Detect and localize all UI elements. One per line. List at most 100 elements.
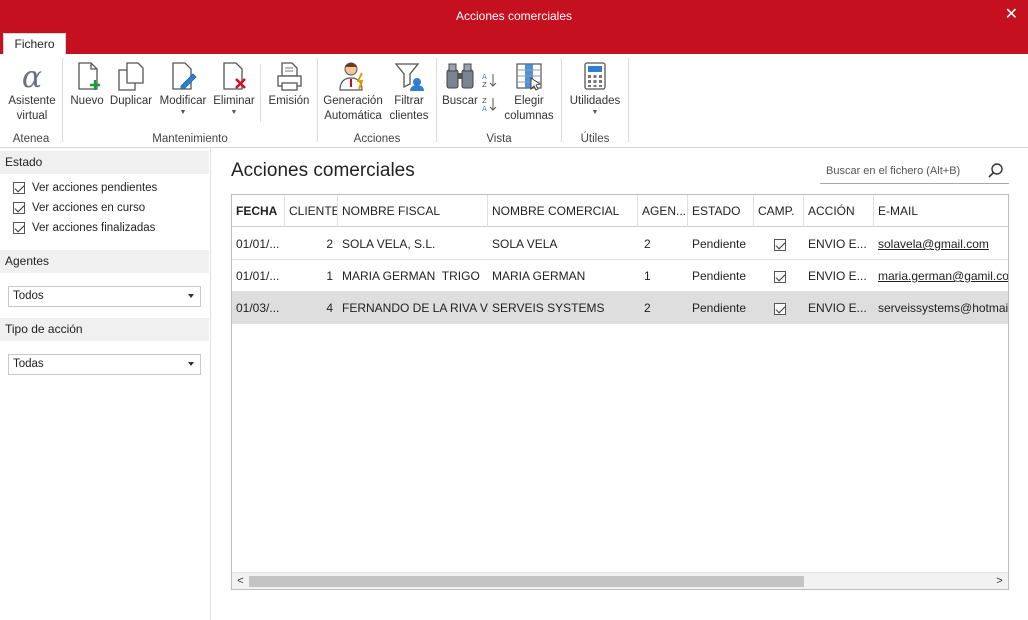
email-link[interactable]: maria.german@gamil.co (878, 269, 1008, 283)
cell-fecha: 01/03/... (236, 301, 280, 315)
col-estado[interactable]: ESTADO (688, 195, 754, 227)
checkbox-pendientes[interactable]: Ver acciones pendientes (13, 182, 157, 194)
eliminar-label: Eliminar (213, 95, 255, 107)
col-email[interactable]: E-MAIL (874, 195, 1008, 227)
cell-nombre-comercial: MARIA GERMAN (492, 269, 586, 283)
generacion-automatica-button[interactable]: Generación Automática (322, 60, 384, 124)
emision-label: Emisión (268, 95, 310, 107)
checkbox-checked-icon[interactable] (774, 270, 786, 283)
group-label-atenea: Atenea (12, 133, 50, 145)
tab-fichero[interactable]: Fichero (3, 33, 66, 54)
asistente-label-2: virtual (16, 110, 48, 122)
checkbox-pendientes-label: Ver acciones pendientes (32, 182, 158, 194)
cell-nombre-comercial: SERVEIS SYSTEMS (492, 301, 605, 315)
col-nombre-comercial[interactable]: NOMBRE COMERCIAL (488, 195, 638, 227)
funnel-icon (394, 63, 424, 91)
cell-fecha: 01/01/... (236, 269, 280, 283)
checkbox-finalizadas[interactable]: Ver acciones finalizadas (13, 222, 155, 234)
cell-fecha: 01/01/... (236, 237, 280, 251)
checkbox-en-curso[interactable]: Ver acciones en curso (13, 202, 145, 214)
asistente-virtual-button[interactable]: α Asistente virtual (6, 60, 58, 124)
close-icon[interactable]: ✕ (1005, 4, 1018, 24)
section-tipo-accion: Tipo de acción (0, 318, 209, 341)
scroll-right-icon[interactable]: > (991, 573, 1008, 589)
duplicar-button[interactable]: Duplicar (107, 60, 155, 109)
scroll-left-icon[interactable]: < (232, 573, 249, 589)
table-row-selected[interactable]: 01/03/... 4 FERNANDO DE LA RIVA V... SER… (232, 292, 1008, 324)
cell-accion: ENVIO E... (808, 301, 867, 315)
table-row[interactable]: 01/01/... 1 MARIA GERMAN TRIGO MARIA GER… (232, 260, 1008, 292)
cell-nombre-comercial: SOLA VELA (492, 237, 558, 251)
checkbox-checked-icon[interactable] (774, 238, 786, 251)
group-atenea: α Asistente virtual Atenea (0, 54, 62, 148)
filtrar-clientes-button[interactable]: Filtrar clientes (386, 60, 432, 124)
cell-nombre-fiscal: FERNANDO DE LA RIVA V... (342, 301, 488, 315)
section-agentes: Agentes (0, 250, 209, 273)
checkbox-checked-icon[interactable] (13, 202, 25, 214)
cell-email[interactable]: serveissystems@hotmail. (874, 292, 1008, 324)
sort-za-icon[interactable]: ZA (482, 96, 498, 112)
cell-nombre-fiscal: MARIA GERMAN TRIGO (342, 269, 480, 283)
sort-az-icon[interactable]: AZ (482, 72, 498, 88)
elegir-label-1: Elegir (514, 95, 544, 107)
group-utiles: Utilidades ▼ Útiles (562, 54, 628, 148)
table-row[interactable]: 01/01/... 2 SOLA VELA, S.L. SOLA VELA 2 … (232, 228, 1008, 260)
nuevo-button[interactable]: Nuevo (67, 60, 107, 109)
emision-button[interactable]: Emisión (265, 60, 313, 109)
group-vista: Buscar AZ ZA Elegir columnas Vista (437, 54, 561, 148)
ribbon-tab-strip: Fichero (0, 31, 1028, 54)
search-placeholder: Buscar en el fichero (Alt+B) (826, 165, 961, 177)
search-icon[interactable] (987, 162, 1005, 180)
col-cliente[interactable]: CLIENTE (285, 195, 338, 227)
cell-cliente: 4 (326, 301, 333, 315)
utilidades-caret-icon: ▼ (591, 109, 599, 116)
cell-email[interactable]: solavela@gmail.com (874, 228, 1008, 260)
ribbon-separator (260, 64, 261, 122)
dropdown-arrow-icon[interactable] (188, 294, 194, 298)
agentes-select[interactable]: Todos (8, 286, 201, 307)
filter-pane: Estado Ver acciones pendientes Ver accio… (0, 149, 211, 620)
cell-estado: Pendiente (692, 237, 747, 251)
col-fecha[interactable]: FECHA (232, 195, 285, 227)
modificar-caret-icon: ▼ (179, 109, 187, 116)
table-header: FECHA CLIENTE NOMBRE FISCAL NOMBRE COMER… (232, 195, 1008, 227)
checkbox-checked-icon[interactable] (774, 302, 786, 315)
print-icon (277, 62, 302, 91)
tipo-accion-select[interactable]: Todas (8, 354, 201, 375)
cell-estado: Pendiente (692, 301, 747, 315)
col-nombre-fiscal[interactable]: NOMBRE FISCAL (338, 195, 488, 227)
cell-nombre-fiscal: SOLA VELA, S.L. (342, 237, 436, 251)
svg-text:Z: Z (482, 81, 487, 88)
search-input[interactable]: Buscar en el fichero (Alt+B) (820, 158, 1009, 184)
duplicar-label: Duplicar (109, 95, 153, 107)
checkbox-checked-icon[interactable] (13, 182, 25, 194)
dropdown-arrow-icon[interactable] (188, 362, 194, 366)
col-accion[interactable]: ACCIÓN (804, 195, 874, 227)
page-title: Acciones comerciales (231, 160, 415, 181)
generacion-label-2: Automática (324, 110, 382, 122)
alpha-icon: α (22, 60, 42, 92)
email-link[interactable]: solavela@gmail.com (878, 237, 989, 251)
buscar-button[interactable]: Buscar (440, 60, 480, 109)
delete-doc-icon (223, 62, 246, 90)
modificar-button[interactable]: Modificar ▼ (156, 60, 210, 117)
cell-cliente: 2 (326, 237, 333, 251)
cell-estado: Pendiente (692, 269, 747, 283)
new-doc-icon (78, 62, 100, 90)
col-camp[interactable]: CAMP. (754, 195, 804, 227)
generacion-label-1: Generación (323, 95, 383, 107)
elegir-label-2: columnas (504, 110, 554, 122)
checkbox-finalizadas-label: Ver acciones finalizadas (32, 222, 156, 234)
utilidades-label: Utilidades (569, 95, 621, 107)
horizontal-scrollbar[interactable]: < > (232, 572, 1008, 589)
title-bar: Acciones comerciales ✕ (0, 0, 1028, 31)
cell-email[interactable]: maria.german@gamil.co (874, 260, 1008, 292)
eliminar-button[interactable]: Eliminar ▼ (211, 60, 257, 117)
ribbon: α Asistente virtual Atenea Nuevo Duplica… (0, 54, 1028, 148)
checkbox-checked-icon[interactable] (13, 222, 25, 234)
utilidades-button[interactable]: Utilidades ▼ (565, 60, 625, 117)
scrollbar-thumb[interactable] (249, 576, 804, 587)
checkbox-en-curso-label: Ver acciones en curso (32, 202, 146, 214)
elegir-columnas-button[interactable]: Elegir columnas (501, 60, 557, 124)
col-agente[interactable]: AGEN... (638, 195, 688, 227)
